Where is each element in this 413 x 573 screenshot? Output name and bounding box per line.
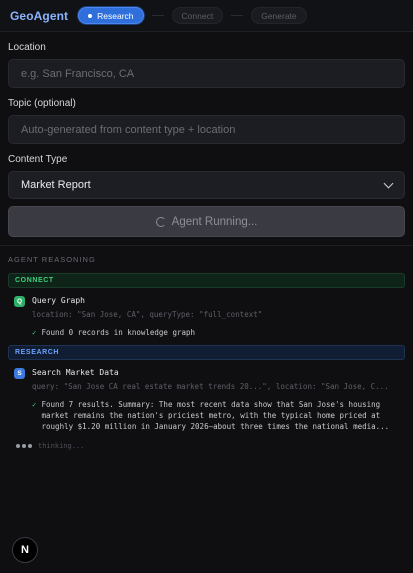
content-type-select[interactable]: Market Report (8, 171, 405, 199)
app-header: GeoAgent Research Connect Generate (0, 0, 413, 32)
search-badge-icon: S (14, 367, 25, 379)
step-research[interactable]: Research (78, 7, 144, 24)
step-research-label: Research (97, 10, 134, 21)
tool-result: ✓ Found 7 results. Summary: The most rec… (8, 400, 405, 433)
step-generate-label: Generate (261, 10, 297, 21)
chevron-down-icon (383, 178, 394, 188)
tool-args: location: "San Jose, CA", queryType: "fu… (32, 310, 263, 319)
step-connect-label: Connect (181, 10, 214, 21)
phase-connect-header: CONNECT (8, 273, 405, 288)
research-form: Location e.g. San Francisco, CA Topic (o… (0, 32, 413, 237)
thinking-label: thinking... (38, 441, 85, 450)
app-logo: GeoAgent (10, 8, 69, 23)
location-placeholder: e.g. San Francisco, CA (21, 67, 135, 80)
content-type-value: Market Report (21, 179, 91, 191)
agent-run-label: Agent Running... (171, 215, 258, 228)
topic-label: Topic (optional) (8, 98, 76, 109)
typing-dots-icon (16, 443, 32, 448)
location-label: Location (8, 42, 46, 53)
tool-name: Search Market Data (32, 367, 119, 377)
n-logo-button[interactable]: N (12, 537, 38, 563)
tool-result-text: Found 0 records in knowledge graph (41, 328, 196, 337)
active-dot-icon (88, 13, 93, 18)
tool-call-search-market: S Search Market Data query: "San Jose CA… (8, 366, 405, 391)
tool-result: ✓ Found 0 records in knowledge graph (8, 328, 405, 339)
tool-name: Query Graph (32, 296, 85, 305)
topic-input[interactable]: Auto-generated from content type + locat… (8, 115, 405, 144)
agent-reasoning-panel: AGENT REASONING CONNECT Q Query Graph lo… (0, 255, 413, 450)
spinner-icon (155, 216, 166, 227)
query-badge-icon: Q (14, 296, 25, 307)
tool-result-text: Found 7 results. Summary: The most recen… (41, 399, 390, 431)
location-input[interactable]: e.g. San Francisco, CA (8, 59, 405, 88)
step-connect[interactable]: Connect (171, 7, 224, 24)
phase-research-header: RESEARCH (8, 344, 405, 360)
section-divider (0, 245, 413, 246)
step-generate[interactable]: Generate (251, 7, 307, 24)
content-type-label: Content Type (8, 154, 68, 165)
agent-run-button[interactable]: Agent Running... (8, 206, 405, 237)
step-separator (151, 15, 164, 16)
tool-call-query-graph: Q Query Graph location: "San Jose, CA", … (8, 294, 405, 319)
check-icon: ✓ (32, 328, 37, 337)
step-separator (231, 15, 244, 16)
topic-placeholder: Auto-generated from content type + locat… (21, 123, 236, 136)
check-icon: ✓ (32, 399, 37, 409)
thinking-indicator: thinking... (8, 442, 405, 450)
tool-args: query: "San Jose CA real estate market t… (32, 381, 389, 391)
reasoning-title: AGENT REASONING (8, 255, 96, 264)
